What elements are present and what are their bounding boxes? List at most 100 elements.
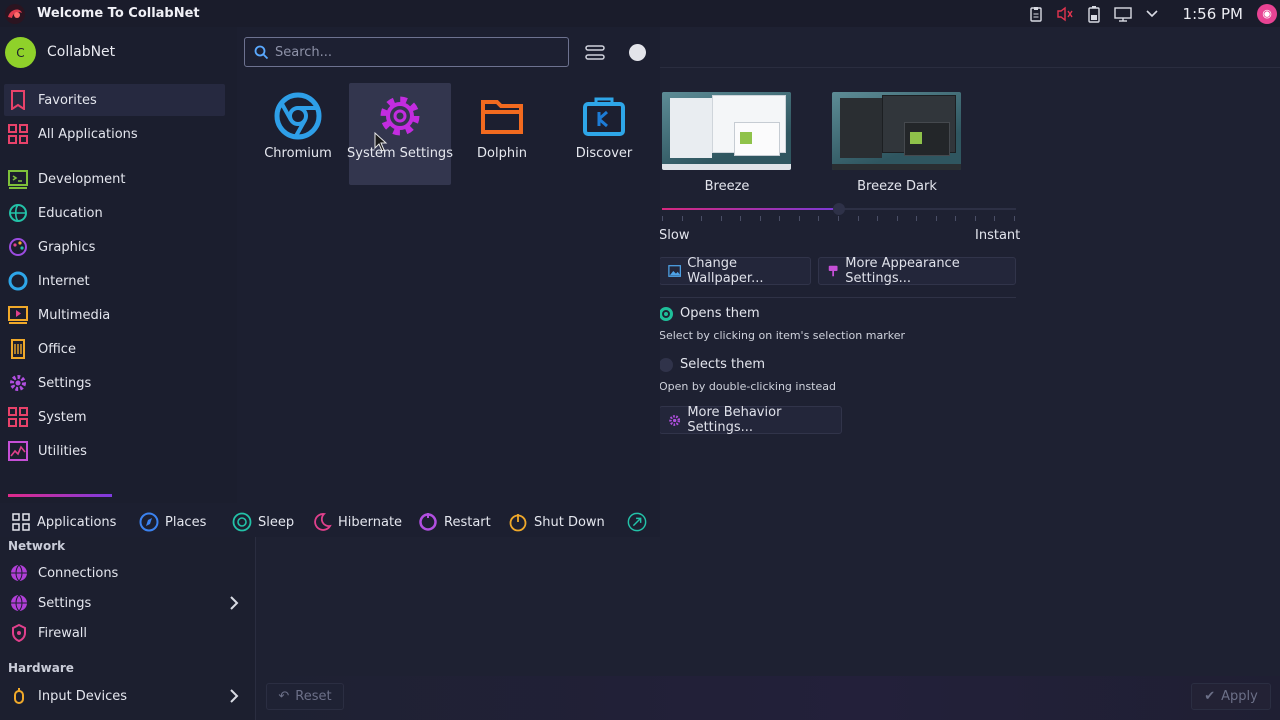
- restart-label: Restart: [444, 514, 491, 530]
- user-avatar-icon[interactable]: ◉: [1257, 3, 1277, 24]
- shutdown-button[interactable]: Shut Down: [508, 511, 605, 533]
- radio-checked-icon: [659, 306, 673, 321]
- category-label: Graphics: [38, 239, 96, 255]
- restart-button[interactable]: Restart: [418, 511, 491, 533]
- opens-them-label: Opens them: [680, 306, 760, 321]
- more-appearance-settings-button[interactable]: More Appearance Settings...: [818, 256, 1016, 286]
- category-label: Development: [38, 171, 126, 187]
- category-education[interactable]: Education: [4, 197, 225, 229]
- undo-icon: ↶: [278, 689, 290, 704]
- input-devices-label: Input Devices: [38, 688, 128, 704]
- radio-selects-them[interactable]: Selects them: [659, 357, 765, 372]
- category-development[interactable]: Development: [4, 163, 225, 195]
- category-utilities[interactable]: Utilities: [4, 435, 225, 467]
- apply-button[interactable]: ✔ Apply: [1191, 683, 1271, 710]
- favorite-label: System Settings: [347, 146, 453, 161]
- theme-breeze-dark[interactable]: Breeze Dark: [832, 92, 962, 194]
- favorite-label: Chromium: [264, 146, 332, 161]
- slider-tick: [955, 216, 957, 221]
- firewall-label: Firewall: [38, 625, 88, 641]
- slider-fill: [662, 208, 839, 210]
- sidebar-item-network-settings[interactable]: Settings: [0, 589, 248, 617]
- selects-them-description: Open by double-clicking instead: [659, 380, 836, 393]
- more-behavior-label: More Behavior Settings...: [687, 405, 782, 435]
- search-input[interactable]: [275, 44, 555, 60]
- slider-handle[interactable]: [833, 203, 845, 215]
- sidebar-item-input-devices[interactable]: Input Devices: [0, 682, 248, 710]
- category-all-applications[interactable]: All Applications: [4, 118, 225, 150]
- hibernate-label: Hibernate: [338, 514, 403, 530]
- slider-tick: [818, 216, 820, 221]
- paint-brush-icon: [828, 265, 838, 277]
- sleep-icon: [232, 512, 252, 532]
- system-icon: [7, 406, 29, 428]
- chevron-down-icon[interactable]: [1141, 3, 1163, 25]
- theme-breeze-dark-label: Breeze Dark: [857, 179, 937, 194]
- slider-tick: [779, 216, 781, 221]
- opens-them-description: Select by clicking on item's selection m…: [659, 329, 905, 342]
- slider-max-label: Instant: [975, 228, 1021, 243]
- radio-opens-them[interactable]: Opens them: [659, 306, 760, 321]
- sidebar-item-connections[interactable]: Connections: [0, 559, 248, 587]
- restart-icon: [418, 512, 438, 532]
- grid-icon: [7, 123, 29, 145]
- chevron-right-icon: [230, 596, 239, 610]
- hibernate-button[interactable]: Hibernate: [312, 511, 402, 533]
- favorite-dolphin[interactable]: Dolphin: [451, 83, 553, 185]
- category-label: System: [38, 409, 87, 425]
- tab-applications[interactable]: Applications: [11, 511, 116, 533]
- category-favorites[interactable]: Favorites: [4, 84, 225, 116]
- category-label: Internet: [38, 273, 90, 289]
- theme-breeze[interactable]: Breeze: [662, 92, 792, 194]
- network-settings-label: Settings: [38, 595, 92, 611]
- category-multimedia[interactable]: Multimedia: [4, 299, 225, 331]
- mouse-pointer-icon: [374, 132, 388, 152]
- tab-places[interactable]: Places: [139, 511, 206, 533]
- slider-tick: [759, 216, 761, 221]
- slider-tick: [896, 216, 898, 221]
- theme-breeze-preview[interactable]: [662, 92, 791, 170]
- volume-muted-icon[interactable]: [1054, 3, 1076, 25]
- network-icon[interactable]: [1112, 3, 1134, 25]
- search-icon: [254, 45, 269, 59]
- shield-icon: [9, 623, 29, 643]
- favorite-discover[interactable]: Discover: [553, 83, 655, 185]
- animation-speed-slider[interactable]: [662, 203, 1016, 223]
- clock[interactable]: 1:56 PM: [1183, 5, 1243, 23]
- more-behavior-settings-button[interactable]: More Behavior Settings...: [659, 405, 842, 435]
- power-icon: [508, 512, 528, 532]
- change-wallpaper-button[interactable]: Change Wallpaper...: [659, 256, 811, 286]
- slider-tick: [798, 216, 800, 221]
- battery-icon[interactable]: [1083, 3, 1105, 25]
- slider-tick: [994, 216, 996, 221]
- education-icon: [7, 202, 29, 224]
- sleep-label: Sleep: [258, 514, 295, 530]
- top-panel: Welcome To CollabNet 1:56 PM ◉: [0, 0, 1280, 27]
- slider-tick: [838, 216, 839, 221]
- leave-button[interactable]: [627, 511, 647, 533]
- slider-min-label: Slow: [659, 228, 690, 243]
- configure-icon[interactable]: [584, 42, 606, 64]
- globe-icon: [9, 593, 29, 613]
- category-office[interactable]: Office: [4, 333, 225, 365]
- hardware-section-header: Hardware: [8, 661, 74, 675]
- distro-logo-icon[interactable]: [4, 3, 26, 25]
- more-appearance-label: More Appearance Settings...: [845, 256, 960, 286]
- category-settings[interactable]: Settings: [4, 367, 225, 399]
- leave-icon: [627, 512, 647, 532]
- favorite-chromium[interactable]: Chromium: [247, 83, 349, 185]
- search-field[interactable]: [244, 37, 569, 67]
- sleep-button[interactable]: Sleep: [232, 511, 294, 533]
- reset-button[interactable]: ↶ Reset: [266, 683, 344, 710]
- system-tray: 1:56 PM ◉: [1018, 0, 1280, 27]
- clipboard-icon[interactable]: [1025, 3, 1047, 25]
- category-internet[interactable]: Internet: [4, 265, 225, 297]
- favorite-system-settings[interactable]: System Settings: [347, 83, 453, 185]
- user-avatar[interactable]: C: [5, 37, 36, 68]
- active-window-title: Welcome To CollabNet: [37, 6, 200, 21]
- theme-breeze-dark-preview[interactable]: [832, 92, 961, 170]
- pin-icon[interactable]: [629, 44, 646, 61]
- category-graphics[interactable]: Graphics: [4, 231, 225, 263]
- sidebar-item-firewall[interactable]: Firewall: [0, 619, 248, 647]
- category-system[interactable]: System: [4, 401, 225, 433]
